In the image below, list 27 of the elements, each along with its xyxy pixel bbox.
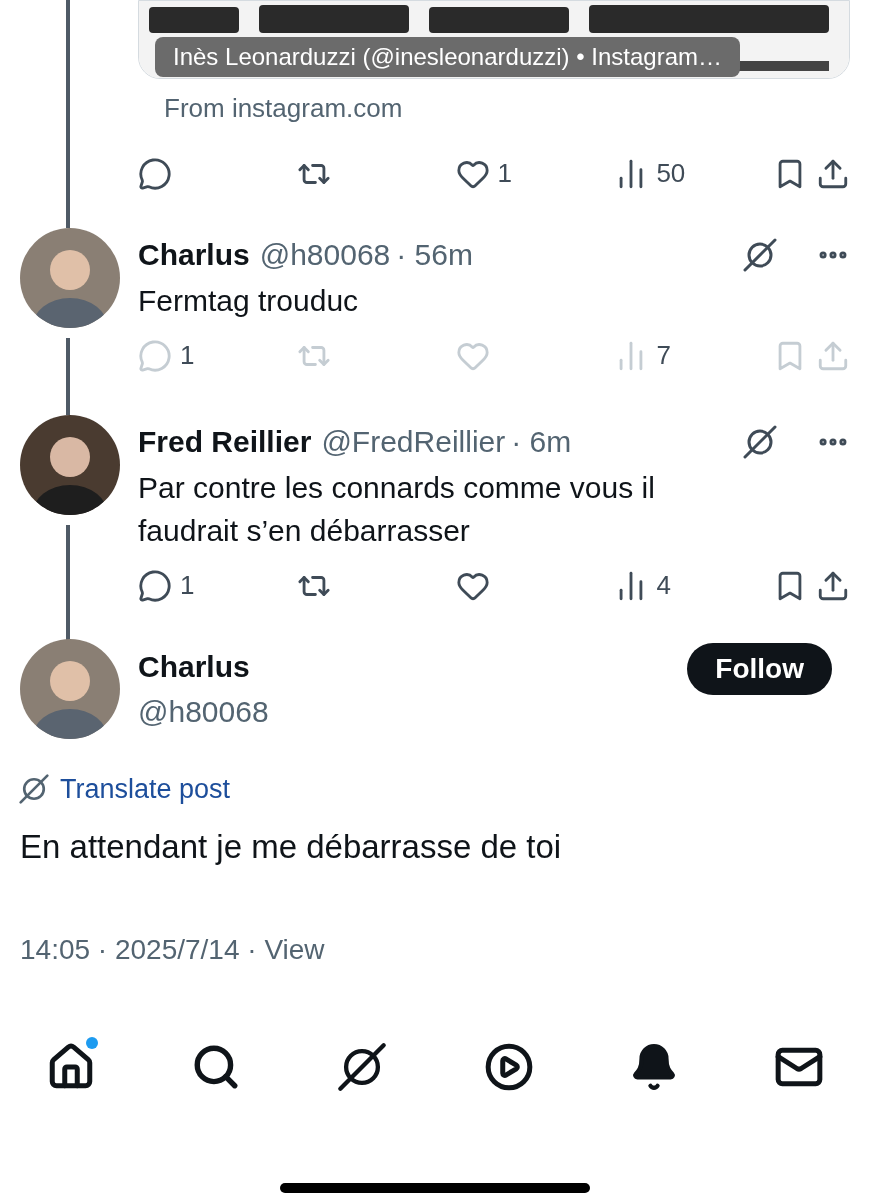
- author-handle[interactable]: @h80068: [138, 689, 269, 734]
- post-text: En attendant je me débarrasse de toi: [19, 826, 563, 867]
- post-time: · 56m: [396, 237, 473, 273]
- reply-icon: [138, 338, 172, 373]
- views-button[interactable]: 50: [614, 154, 765, 193]
- reply-icon: [138, 568, 172, 603]
- grok-icon[interactable]: [18, 773, 50, 806]
- grok-icon[interactable]: [742, 423, 778, 460]
- post-text: Par contre les connards comme vous il faudrait s’en débarrasser: [138, 470, 656, 549]
- like-button[interactable]: 1: [455, 154, 606, 193]
- post-text: Fermtag trouduc: [138, 283, 360, 319]
- reply-icon: [138, 156, 172, 191]
- post-timestamp[interactable]: 14:05 · 2025/7/14 · View: [0, 929, 870, 971]
- link-source[interactable]: From instagram.com: [164, 89, 870, 128]
- views-button[interactable]: 4: [614, 566, 765, 605]
- follow-button[interactable]: Follow: [687, 643, 832, 695]
- grok-tab[interactable]: [336, 1041, 389, 1093]
- grok-icon[interactable]: [742, 236, 778, 273]
- video-tab[interactable]: [483, 1041, 534, 1093]
- play-icon: [483, 1042, 534, 1092]
- link-title[interactable]: Inès Leonarduzzi (@inesleonarduzzi) • Instagram…: [155, 37, 741, 77]
- post-time: · 6m: [511, 424, 572, 460]
- translate-link[interactable]: Translate post: [60, 769, 231, 810]
- author-handle[interactable]: @FredReillier: [321, 419, 506, 464]
- author-name[interactable]: Charlus: [138, 644, 269, 689]
- reply-button[interactable]: 1: [138, 566, 288, 605]
- author-name[interactable]: Fred Reillier: [138, 419, 312, 464]
